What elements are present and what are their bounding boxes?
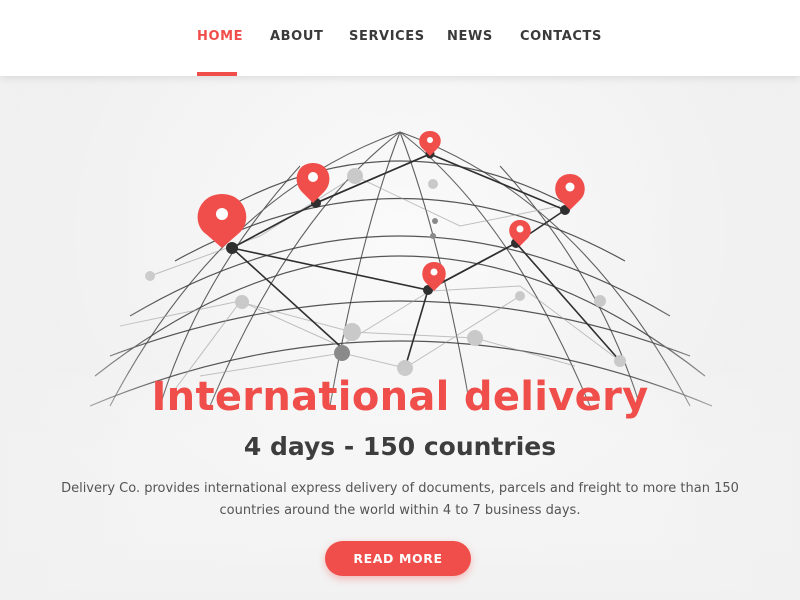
hero-title: International delivery <box>151 374 649 420</box>
top-navbar: HOME ABOUT SERVICES NEWS CONTACTS <box>0 0 800 76</box>
main-nav: HOME ABOUT SERVICES NEWS CONTACTS <box>0 0 800 76</box>
read-more-button[interactable]: READ MORE <box>325 541 471 576</box>
hero-description: Delivery Co. provides international expr… <box>61 481 739 518</box>
active-nav-indicator <box>197 72 237 76</box>
nav-item-about[interactable]: ABOUT <box>270 29 323 44</box>
nav-item-services[interactable]: SERVICES <box>349 29 425 44</box>
nav-item-news[interactable]: NEWS <box>447 29 493 44</box>
hero-section: International delivery 4 days - 150 coun… <box>0 76 800 600</box>
nav-item-home[interactable]: HOME <box>197 29 243 44</box>
nav-item-contacts[interactable]: CONTACTS <box>520 29 602 44</box>
hero-subtitle: 4 days - 150 countries <box>243 432 557 461</box>
